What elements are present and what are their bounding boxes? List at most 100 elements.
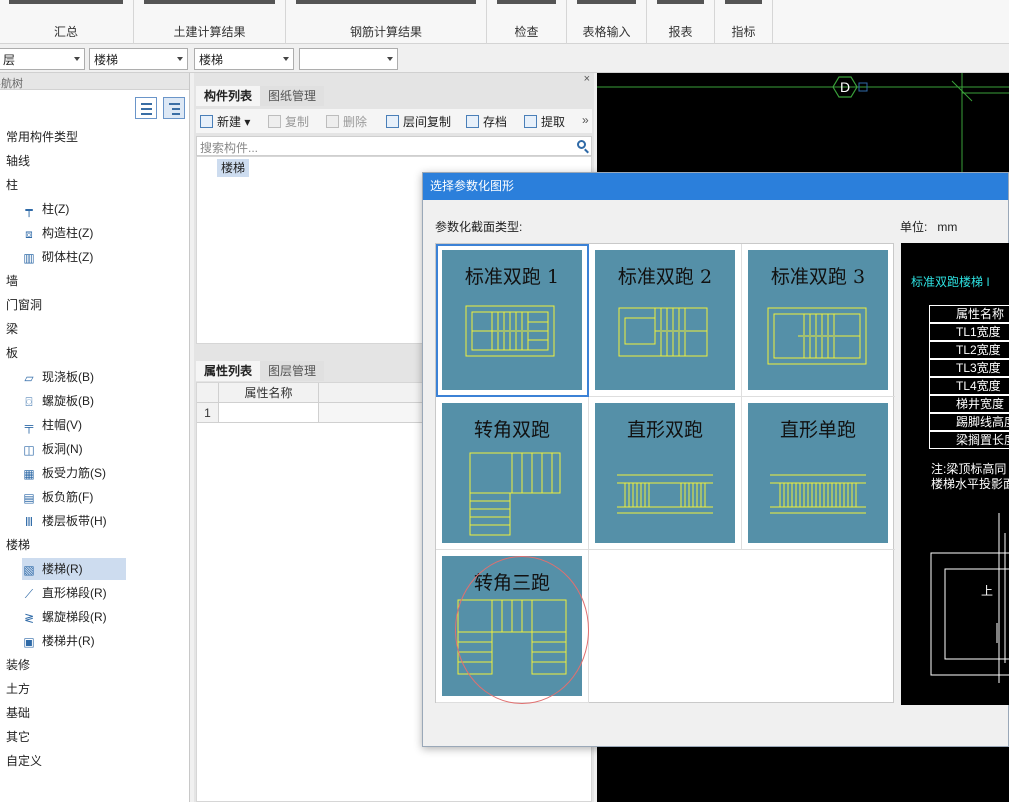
more-icon[interactable]: » <box>582 113 589 127</box>
nav-item[interactable]: ▥ 砌体柱(Z) <box>22 246 126 268</box>
floor-copy-button[interactable]: 层间复制 <box>386 113 451 130</box>
save-button[interactable]: 存档 <box>466 113 507 130</box>
category-select[interactable]: 楼梯 <box>89 48 188 70</box>
nav-item[interactable]: 轴线 <box>0 150 30 172</box>
nav-item-label: 墙 <box>6 274 19 288</box>
nav-item[interactable]: 自定义 <box>0 750 42 772</box>
shape-standard-double-2[interactable]: 标准双跑 2 <box>589 244 742 397</box>
unit-value: mm <box>937 220 958 234</box>
nav-item[interactable]: ▣ 楼梯井(R) <box>22 630 126 652</box>
tab-component-list[interactable]: 构件列表 <box>196 86 261 106</box>
nav-item-label: 楼梯(R) <box>42 562 83 576</box>
nav-item[interactable]: 门窗洞 <box>0 294 42 316</box>
construct-column-icon: ⧈ <box>25 226 33 241</box>
masonry-column-icon: ▥ <box>23 250 35 265</box>
nav-item[interactable]: ┯ 柱(Z) <box>22 198 126 220</box>
nav-item-label: 梁 <box>6 322 19 336</box>
chevron-down-icon <box>74 57 80 61</box>
ribbon-group-rebar-results[interactable]: 钢筋计算结果 <box>286 0 487 44</box>
nav-item[interactable]: 楼梯 <box>0 534 30 556</box>
nav-item-label: 常用构件类型 <box>6 130 79 144</box>
nav-item-label: 螺旋梯段(R) <box>42 610 107 624</box>
floor-select[interactable]: 层 <box>0 48 85 70</box>
shape-corner-double[interactable]: 转角双跑 <box>436 397 589 550</box>
nav-item-label: 板洞(N) <box>42 442 83 456</box>
nav-item[interactable]: ▦ 板受力筋(S) <box>22 462 126 484</box>
tab-drawing-management[interactable]: 图纸管理 <box>260 86 325 106</box>
nav-item[interactable]: 板 <box>0 342 18 364</box>
delete-icon <box>326 115 339 128</box>
nav-item-label: 其它 <box>6 730 31 744</box>
nav-item[interactable]: 墙 <box>0 270 18 292</box>
ribbon-group-report[interactable]: 报表 <box>647 0 715 44</box>
delete-button[interactable]: 删除 <box>326 113 367 130</box>
nav-item-label: 楼梯 <box>6 538 31 552</box>
nav-item-label: 板受力筋(S) <box>42 466 106 480</box>
stair-plan-icon <box>770 474 866 514</box>
extract-button[interactable]: 提取 <box>524 113 565 130</box>
shape-standard-double-3[interactable]: 标准双跑 3 <box>742 244 895 397</box>
preview-up-label: 上 <box>981 584 993 598</box>
shape-straight-single[interactable]: 直形单跑 <box>742 397 895 550</box>
preview-note-1: 注:梁顶标高同 <box>931 462 1007 476</box>
new-label: 新建 <box>217 115 242 129</box>
nav-item[interactable]: ⟋ 直形梯段(R) <box>22 582 126 604</box>
nav-item-label: 板负筋(F) <box>42 490 94 504</box>
stair-plan-icon <box>617 474 713 514</box>
ribbon-group-summary[interactable]: 汇总 <box>0 0 134 44</box>
tab-property-list[interactable]: 属性列表 <box>196 361 261 381</box>
type-select-value: 楼梯 <box>199 53 224 67</box>
unit-label: 单位: mm <box>900 218 957 235</box>
nav-item[interactable]: ╤ 柱帽(V) <box>22 414 126 436</box>
nav-item-label: 门窗洞 <box>6 298 43 312</box>
nav-item[interactable]: 土方 <box>0 678 30 700</box>
nav-item[interactable]: Ⅲ 楼层板带(H) <box>22 510 126 532</box>
ribbon-group-civil-results[interactable]: 土建计算结果 <box>134 0 286 44</box>
nav-item[interactable]: ▧ 楼梯(R) <box>22 558 126 580</box>
ribbon-group-index[interactable]: 指标 <box>715 0 773 44</box>
nav-item[interactable]: ▱ 现浇板(B) <box>22 366 126 388</box>
property-name-cell[interactable] <box>219 403 319 423</box>
nav-item[interactable]: ▤ 板负筋(F) <box>22 486 126 508</box>
nav-item[interactable]: 基础 <box>0 702 30 724</box>
slab-hole-icon: ◫ <box>23 442 35 457</box>
shape-standard-double-1[interactable]: 标准双跑 1 <box>436 244 589 397</box>
search-icon[interactable] <box>577 140 586 149</box>
preview-row: TL1宽度 <box>929 323 1009 341</box>
ribbon-group-check[interactable]: 检查 <box>487 0 567 44</box>
nav-item[interactable]: 其它 <box>0 726 30 748</box>
component-select[interactable] <box>299 48 398 70</box>
section-type-label: 参数化截面类型: <box>435 220 523 234</box>
stair-plan-icon <box>465 305 555 357</box>
nav-item[interactable]: 常用构件类型 <box>0 126 78 148</box>
nav-item[interactable]: 梁 <box>0 318 18 340</box>
nav-item-label: 砌体柱(Z) <box>42 250 94 264</box>
list-item[interactable]: 楼梯 <box>217 159 250 177</box>
shape-thumbnail: 转角双跑 <box>442 403 582 543</box>
tab-layer-management[interactable]: 图层管理 <box>260 361 325 381</box>
ribbon: 汇总 土建计算结果 钢筋计算结果 检查 表格输入 报表 指标 <box>0 0 1009 44</box>
list-view-button[interactable] <box>134 97 157 119</box>
column-icon: ┯ <box>25 202 33 217</box>
extract-label: 提取 <box>541 115 566 129</box>
nav-item[interactable]: 装修 <box>0 654 30 676</box>
column-header-attr-name: 属性名称 <box>219 383 319 403</box>
preview-plan-drawing: 上 <box>930 513 1009 683</box>
nav-view-toggles <box>132 97 185 122</box>
new-button[interactable]: 新建 ▾ <box>200 113 250 130</box>
type-select[interactable]: 楼梯 <box>194 48 294 70</box>
nav-item[interactable]: 柱 <box>0 174 18 196</box>
cast-slab-icon: ▱ <box>24 370 34 385</box>
shape-straight-double[interactable]: 直形双跑 <box>589 397 742 550</box>
component-search-input[interactable]: 搜索构件... <box>196 136 592 156</box>
close-icon[interactable]: × <box>584 73 590 85</box>
copy-button[interactable]: 复制 <box>268 113 309 130</box>
ribbon-group-table-input[interactable]: 表格输入 <box>567 0 647 44</box>
shape-thumbnail: 标准双跑 1 <box>442 250 582 390</box>
nav-item[interactable]: ≷ 螺旋梯段(R) <box>22 606 126 628</box>
nav-item[interactable]: ⧈ 构造柱(Z) <box>22 222 126 244</box>
floor-copy-label: 层间复制 <box>403 115 452 129</box>
nav-item[interactable]: ◫ 板洞(N) <box>22 438 126 460</box>
tree-view-button[interactable] <box>163 97 185 119</box>
nav-item[interactable]: ⌼ 螺旋板(B) <box>22 390 126 412</box>
